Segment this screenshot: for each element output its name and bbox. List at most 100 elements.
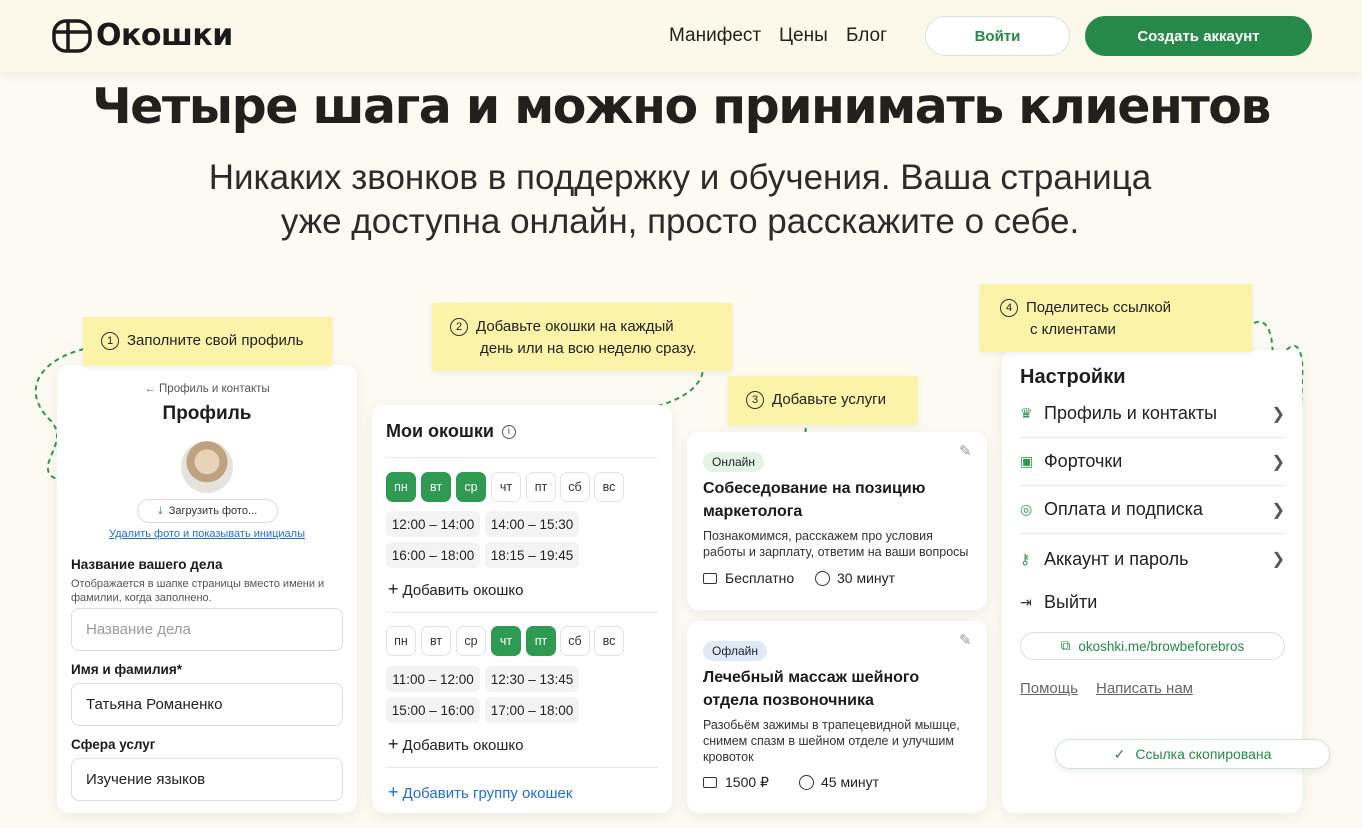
chevron-right-icon: ❯ bbox=[1271, 551, 1285, 568]
day-toggle[interactable]: ср bbox=[456, 626, 486, 656]
sphere-label: Сфера услуг bbox=[71, 737, 156, 752]
settings-item-account[interactable]: ⚷ Аккаунт и пароль ❯ bbox=[1020, 535, 1285, 583]
time-slot[interactable]: 18:15 – 19:45 bbox=[485, 542, 579, 568]
time-slot[interactable]: 12:30 – 13:45 bbox=[485, 666, 579, 692]
name-input[interactable]: Татьяна Романенко bbox=[71, 683, 343, 726]
time-slot[interactable]: 17:00 – 18:00 bbox=[485, 697, 579, 723]
settings-item-label: Профиль и контакты bbox=[1044, 403, 1218, 423]
settings-item-fortochki[interactable]: ▣ Форточки ❯ bbox=[1020, 438, 1285, 486]
time-slot[interactable]: 14:00 – 15:30 bbox=[485, 511, 579, 537]
time-slot[interactable]: 16:00 – 18:00 bbox=[386, 542, 480, 568]
coins-icon: ◎ bbox=[1020, 501, 1033, 517]
business-name-input[interactable]: Название дела bbox=[71, 608, 343, 651]
step-4-note: 4 Поделитесь ссылкой с клиентами bbox=[980, 284, 1252, 352]
step-text: Поделитесь ссылкой bbox=[1026, 299, 1172, 316]
service-duration-value: 45 минут bbox=[821, 774, 880, 790]
avatar bbox=[181, 441, 233, 493]
chevron-right-icon: ❯ bbox=[1271, 453, 1285, 471]
profile-title: Профиль bbox=[162, 403, 252, 424]
service-duration-value: 30 минут bbox=[837, 570, 896, 586]
profile-link: okoshki.me/browbeforebros bbox=[1078, 638, 1245, 654]
crown-icon: ♛ bbox=[1020, 405, 1033, 421]
day-toggle[interactable]: ср bbox=[456, 472, 486, 502]
business-name-label: Название вашего дела bbox=[71, 557, 223, 572]
chevron-right-icon: ❯ bbox=[1271, 501, 1285, 519]
add-group-button[interactable]: + Добавить группу окошек bbox=[388, 782, 572, 803]
add-window-button[interactable]: + Добавить окошко bbox=[388, 579, 524, 600]
time-slot[interactable]: 11:00 – 12:00 bbox=[386, 666, 480, 692]
clock-icon bbox=[799, 774, 814, 790]
back-link[interactable]: ← Профиль и контакты bbox=[57, 383, 357, 395]
settings-item-payment[interactable]: ◎ Оплата и подписка ❯ bbox=[1020, 486, 1285, 534]
step-number: 2 bbox=[450, 318, 468, 336]
service-title-line: Лечебный массаж шейного bbox=[703, 669, 920, 686]
day-toggle[interactable]: вт bbox=[421, 626, 451, 656]
day-toggle[interactable]: вс bbox=[594, 626, 624, 656]
step-1-note: 1 Заполните свой профиль bbox=[83, 317, 332, 366]
add-window-button[interactable]: + Добавить окошко bbox=[388, 734, 524, 755]
upload-photo-button[interactable]: ⤓ Загрузить фото... bbox=[137, 499, 278, 523]
divider bbox=[386, 457, 658, 458]
service-desc-line: снимем спазм в шейном отделе и улучшим bbox=[703, 734, 955, 748]
key-icon: ⚷ bbox=[1020, 550, 1031, 567]
day-toggle[interactable]: вс bbox=[594, 472, 624, 502]
remove-photo-link[interactable]: Удалить фото и показывать инициалы bbox=[57, 528, 357, 540]
day-toggle[interactable]: чт bbox=[491, 472, 521, 502]
service-desc-line: работы и зарплату, ответим на ваши вопро… bbox=[703, 545, 969, 559]
write-us-link[interactable]: Написать нам bbox=[1096, 680, 1193, 697]
link-copied-toast: ✓ Ссылка скопирована bbox=[1055, 739, 1330, 769]
time-slot[interactable]: 15:00 – 16:00 bbox=[386, 697, 480, 723]
service-card[interactable]: Онлайн ✎ Собеседование на позицию маркет… bbox=[687, 432, 987, 610]
day-toggle[interactable]: вт bbox=[421, 472, 451, 502]
service-description: Разобьём зажимы в трапецевидной мышце, с… bbox=[703, 717, 960, 765]
day-toggle[interactable]: пт bbox=[526, 626, 556, 656]
service-price: 1500 ₽ bbox=[703, 774, 769, 791]
settings-item-label: Аккаунт и пароль bbox=[1044, 548, 1189, 569]
download-icon: ⤓ bbox=[157, 504, 163, 517]
step-text: с клиентами bbox=[1030, 321, 1116, 338]
clock-icon bbox=[815, 570, 830, 586]
step-text: Заполните свой профиль bbox=[127, 332, 304, 349]
step-3-note: 3 Добавьте услуги bbox=[728, 376, 918, 425]
name-label: Имя и фамилия* bbox=[71, 662, 182, 677]
step-2-note: 2 Добавьте окошки на каждый день или на в… bbox=[432, 303, 732, 371]
step-number: 4 bbox=[1000, 299, 1018, 317]
edit-pencil-icon[interactable]: ✎ bbox=[959, 442, 972, 460]
business-name-hint: Отображается в шапке страницы вместо име… bbox=[71, 577, 324, 605]
business-hint-line: фамилии, когда заполнено. bbox=[71, 592, 212, 604]
copy-link-button[interactable]: ⧉ okoshki.me/browbeforebros bbox=[1020, 632, 1285, 660]
day-toggle[interactable]: сб bbox=[560, 472, 590, 502]
wallet-icon bbox=[703, 777, 717, 788]
divider bbox=[386, 612, 658, 613]
day-toggle[interactable]: пн bbox=[386, 472, 416, 502]
divider bbox=[386, 767, 658, 768]
offline-badge: Офлайн bbox=[703, 641, 767, 661]
plus-icon: + bbox=[388, 734, 399, 754]
windows-title-row: Мои окошки i bbox=[386, 421, 516, 442]
sphere-input[interactable]: Изучение языков bbox=[71, 758, 343, 801]
add-window-label: Добавить окошко bbox=[402, 582, 524, 599]
day-toggle[interactable]: пн bbox=[386, 626, 416, 656]
logout-button[interactable]: ⇥ Выйти bbox=[1020, 578, 1285, 626]
service-desc-line: Разобьём зажимы в трапецевидной мышце, bbox=[703, 718, 960, 732]
day-toggle[interactable]: чт bbox=[491, 626, 521, 656]
step-text: Добавьте окошки на каждый bbox=[476, 318, 674, 335]
info-icon[interactable]: i bbox=[501, 424, 516, 439]
service-price-value: 1500 ₽ bbox=[725, 774, 769, 790]
time-slot[interactable]: 12:00 – 14:00 bbox=[386, 511, 480, 537]
service-desc-line: Познакомимся, расскажем про условия bbox=[703, 529, 933, 543]
settings-item-profile[interactable]: ♛ Профиль и контакты ❯ bbox=[1020, 390, 1285, 438]
day-toggle[interactable]: пт bbox=[526, 472, 556, 502]
logout-label: Выйти bbox=[1044, 591, 1098, 612]
service-title: Собеседование на позицию маркетолога bbox=[703, 477, 925, 523]
service-card[interactable]: Офлайн ✎ Лечебный массаж шейного отдела … bbox=[687, 621, 987, 813]
help-link[interactable]: Помощь bbox=[1020, 680, 1078, 697]
settings-item-label: Форточки bbox=[1044, 451, 1123, 471]
chevron-right-icon: ❯ bbox=[1271, 405, 1285, 423]
edit-pencil-icon[interactable]: ✎ bbox=[959, 631, 972, 649]
step-text: Добавьте услуги bbox=[772, 391, 887, 408]
plus-icon: + bbox=[388, 782, 399, 802]
service-title: Лечебный массаж шейного отдела позвоночн… bbox=[703, 666, 919, 712]
step-number: 3 bbox=[746, 391, 764, 409]
day-toggle[interactable]: сб bbox=[560, 626, 590, 656]
